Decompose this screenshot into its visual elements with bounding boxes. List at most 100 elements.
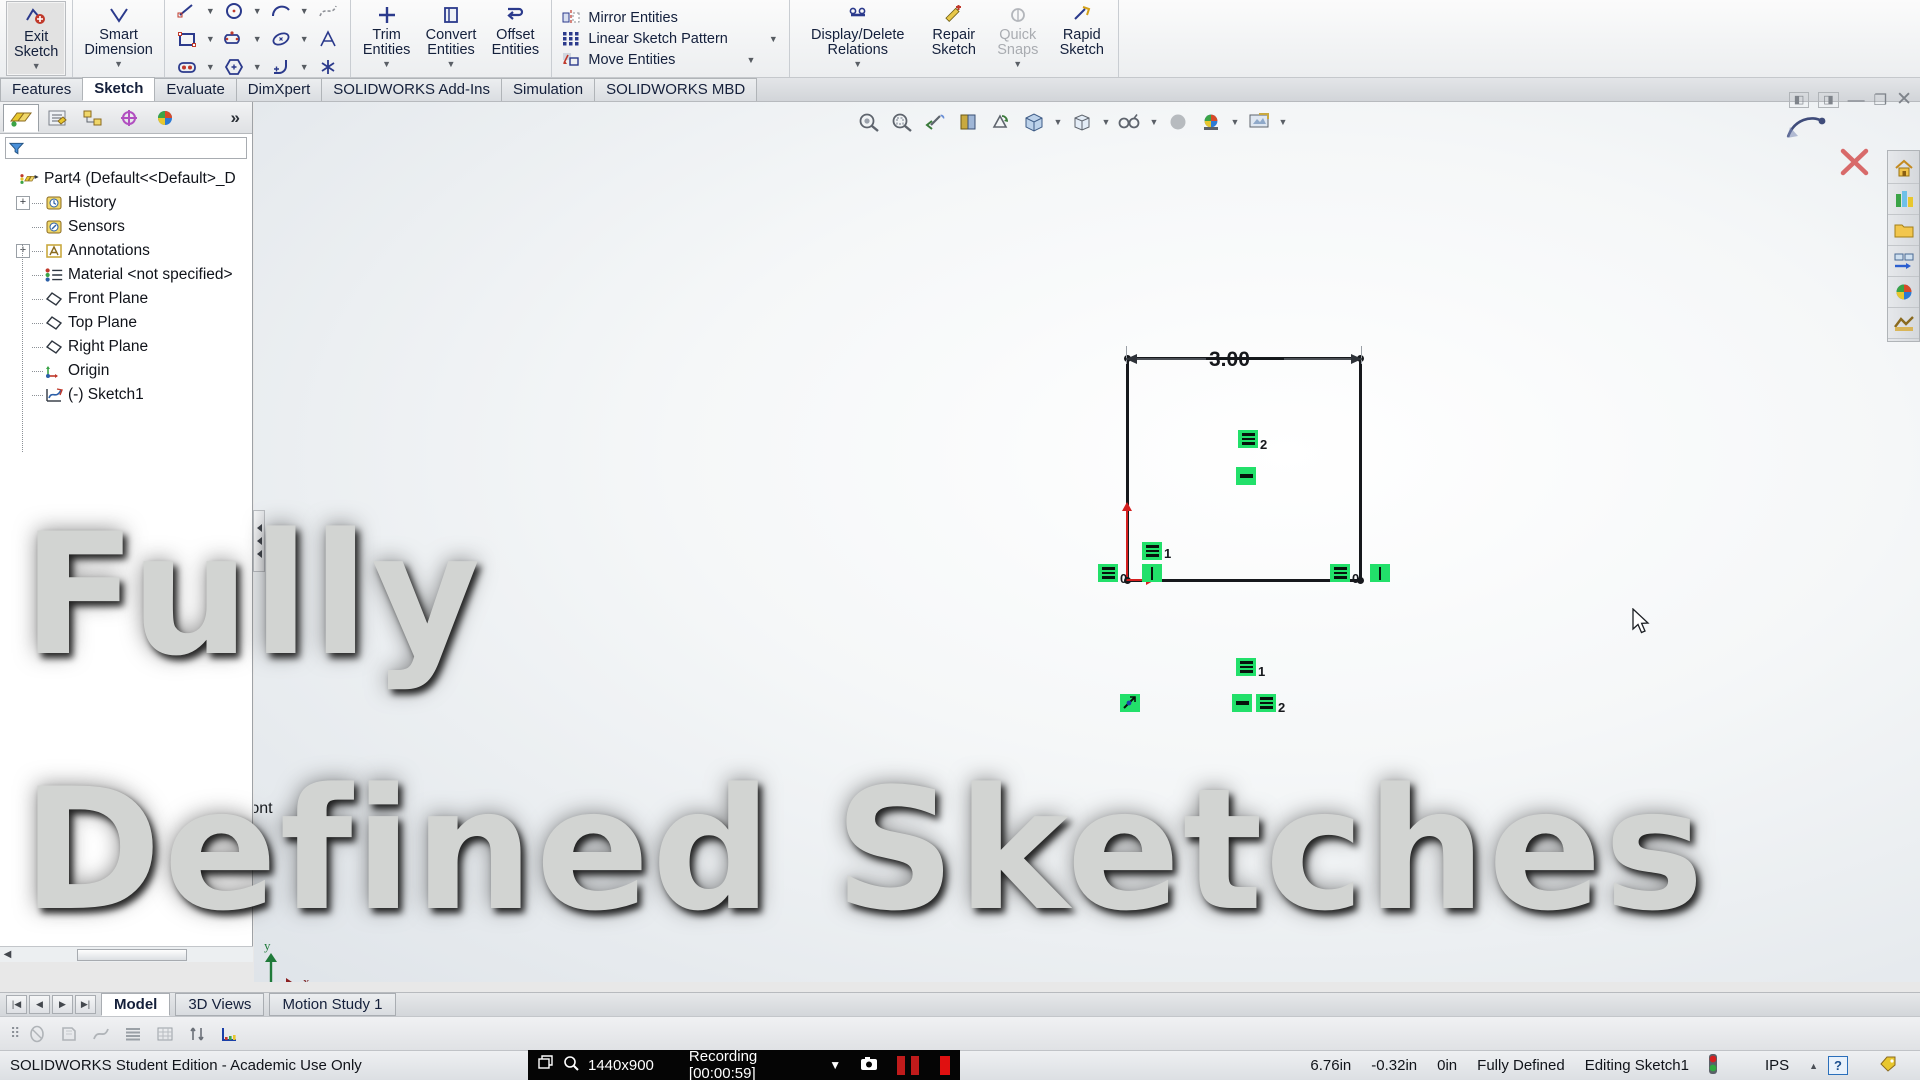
convert-entities-caret[interactable]: ▼ — [447, 60, 456, 69]
sort-icon[interactable] — [184, 1022, 210, 1046]
relation-vertical-mid[interactable] — [1142, 564, 1162, 582]
appearances-scenes-icon[interactable] — [1888, 277, 1919, 308]
expander-history[interactable]: + — [16, 196, 30, 210]
linear-sketch-pattern-caret[interactable]: ▼ — [766, 34, 781, 44]
linear-sketch-pattern-item[interactable]: Linear Sketch Pattern ▼ — [557, 29, 783, 49]
recorder-window-icon[interactable] — [538, 1055, 554, 1075]
zoom-to-fit-icon[interactable] — [854, 108, 884, 136]
feature-tree-hscrollbar[interactable]: ◀ — [0, 946, 253, 962]
tree-item-origin[interactable]: Origin — [4, 359, 252, 383]
view-settings-caret[interactable]: ▼ — [1148, 117, 1160, 127]
expand-panel-chevron-icon[interactable]: » — [231, 108, 249, 128]
view-orientation-icon[interactable] — [986, 108, 1016, 136]
tab-simulation[interactable]: Simulation — [501, 78, 596, 101]
smart-dimension-button[interactable]: Smart Dimension ▼ — [77, 0, 160, 77]
tab-solidworks-mbd[interactable]: SOLIDWORKS MBD — [594, 78, 758, 101]
tree-item-material[interactable]: Material <not specified> — [4, 263, 252, 287]
relation-equal-bottom-two[interactable] — [1256, 694, 1276, 712]
tree-item-front-plane[interactable]: Front Plane — [4, 287, 252, 311]
close-icon[interactable]: ✕ — [1896, 88, 1912, 111]
tree-item-annotations[interactable]: + Annotations — [4, 239, 252, 263]
fillet-caret[interactable]: ▼ — [297, 62, 312, 72]
arc-caret[interactable]: ▼ — [297, 6, 312, 16]
fillet-icon[interactable] — [266, 54, 296, 78]
rapid-sketch-button[interactable]: Rapid Sketch — [1050, 0, 1114, 77]
rectangle-icon[interactable] — [172, 26, 202, 52]
tab-features[interactable]: Features — [0, 78, 84, 101]
dimension-value[interactable]: 3.00 — [1209, 348, 1250, 372]
line-caret[interactable]: ▼ — [203, 6, 218, 16]
relation-horizontal-bottom[interactable] — [1232, 694, 1252, 712]
spline-icon[interactable] — [313, 0, 343, 24]
status-units[interactable]: IPS — [1727, 1057, 1799, 1074]
display-style-icon[interactable] — [1019, 108, 1049, 136]
tree-item-top-plane[interactable]: Top Plane — [4, 311, 252, 335]
relation-horizontal-top[interactable] — [1236, 467, 1256, 485]
tree-item-sensors[interactable]: Sensors — [4, 215, 252, 239]
hide-show-items-icon[interactable] — [1067, 108, 1097, 136]
exit-sketch-caret[interactable]: ▼ — [32, 62, 41, 71]
relation-equal-mid-one[interactable] — [1142, 542, 1162, 560]
relation-coincident-origin[interactable] — [1120, 694, 1140, 712]
repair-sketch-button[interactable]: Repair Sketch — [922, 0, 986, 77]
display-delete-relations-button[interactable]: Display/Delete Relations ▼ — [794, 0, 922, 77]
line-icon[interactable] — [172, 0, 202, 24]
edit-appearance-caret[interactable]: ▼ — [1229, 117, 1241, 127]
circle-caret[interactable]: ▼ — [250, 6, 265, 16]
sketch-snap-star-icon[interactable] — [313, 54, 343, 78]
offset-entities-button[interactable]: Offset Entities — [483, 0, 547, 77]
last-tab-button[interactable]: ▶| — [75, 995, 96, 1014]
next-tab-button[interactable]: ▶ — [52, 995, 73, 1014]
zoom-to-area-icon[interactable] — [887, 108, 917, 136]
toolbar-grip[interactable]: ⠿ — [10, 1025, 20, 1042]
dimxpert-manager-tab[interactable] — [111, 104, 147, 132]
trim-entities-button[interactable]: Trim Entities ▼ — [355, 0, 419, 77]
recorder-pause-icon[interactable] — [897, 1055, 905, 1075]
edit-appearance-icon[interactable] — [1196, 108, 1226, 136]
tab-sketch[interactable]: Sketch — [82, 77, 156, 101]
text-icon[interactable] — [313, 26, 343, 52]
design-library-icon[interactable] — [1888, 184, 1919, 215]
polygon-icon[interactable] — [219, 54, 249, 78]
apply-scene-icon[interactable] — [1163, 108, 1193, 136]
slot-icon[interactable] — [219, 26, 249, 52]
tab-motion-study-1[interactable]: Motion Study 1 — [269, 993, 396, 1016]
status-help-badge[interactable]: ? — [1828, 1056, 1848, 1075]
recorder-dropdown-caret-icon[interactable]: ▼ — [829, 1058, 841, 1072]
recorder-snapshot-icon[interactable] — [860, 1056, 878, 1075]
chart-icon[interactable] — [216, 1022, 242, 1046]
tab-dimxpert[interactable]: DimXpert — [235, 78, 323, 101]
previous-view-icon[interactable] — [920, 108, 950, 136]
display-style-caret[interactable]: ▼ — [1052, 117, 1064, 127]
feature-tree-filter-input[interactable] — [23, 140, 243, 156]
tab-3d-views[interactable]: 3D Views — [175, 993, 265, 1016]
hidden-lines-icon[interactable] — [56, 1022, 82, 1046]
view-setting-display-caret[interactable]: ▼ — [1277, 117, 1289, 127]
polygon-caret[interactable]: ▼ — [250, 62, 265, 72]
quick-snaps-button[interactable]: Quick Snaps ▼ — [986, 0, 1050, 77]
ellipse-caret[interactable]: ▼ — [297, 34, 312, 44]
relation-equal-right-zero[interactable] — [1330, 564, 1350, 582]
ellipse-icon[interactable] — [266, 26, 296, 52]
recorder-zoom-icon[interactable] — [563, 1055, 579, 1075]
point-icon[interactable] — [172, 54, 202, 78]
tree-item-history[interactable]: + History — [4, 191, 252, 215]
slot-caret[interactable]: ▼ — [250, 34, 265, 44]
status-tag-icon[interactable] — [1848, 1055, 1920, 1077]
point-caret[interactable]: ▼ — [203, 62, 218, 72]
convert-entities-button[interactable]: Convert Entities ▼ — [419, 0, 484, 77]
move-entities-caret[interactable]: ▼ — [743, 55, 758, 65]
tab-solidworks-add-ins[interactable]: SOLIDWORKS Add-Ins — [321, 78, 503, 101]
tree-item-part4[interactable]: Part4 (Default<<Default>_D — [4, 167, 252, 191]
hide-show-items-caret[interactable]: ▼ — [1100, 117, 1112, 127]
recorder-pause-icon-2[interactable] — [910, 1055, 919, 1075]
trim-entities-caret[interactable]: ▼ — [382, 60, 391, 69]
property-manager-tab[interactable] — [39, 104, 75, 132]
expander-annotations[interactable]: + — [16, 244, 30, 258]
circle-icon[interactable] — [219, 0, 249, 24]
first-tab-button[interactable]: |◀ — [6, 995, 27, 1014]
restore-icon[interactable]: ❐ — [1874, 91, 1887, 109]
confirm-corner-close-icon[interactable] — [1838, 146, 1872, 178]
restore-pane-right-icon[interactable]: ◨ — [1818, 91, 1839, 108]
smart-dimension-caret[interactable]: ▼ — [114, 60, 123, 69]
